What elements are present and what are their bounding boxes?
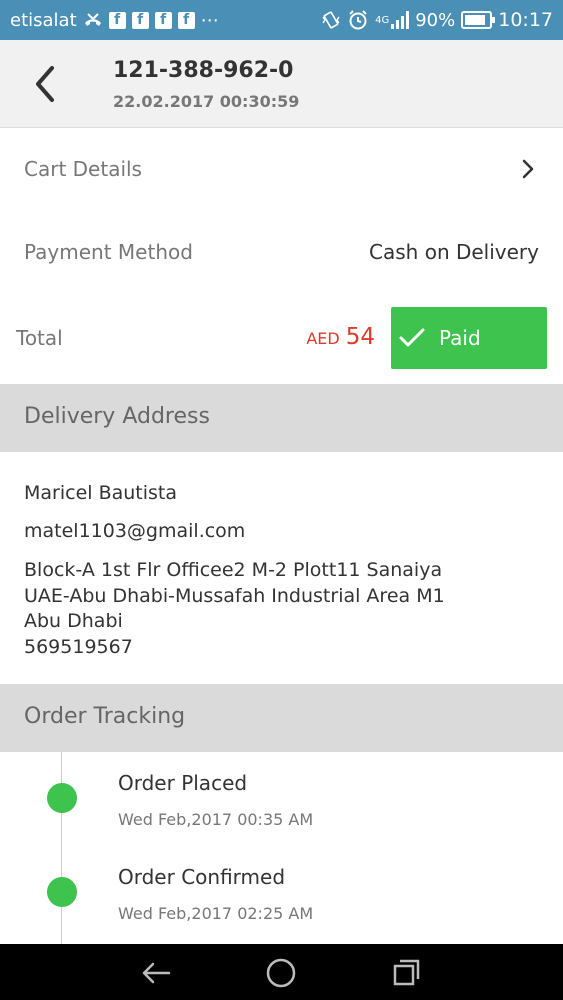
order-header: 121-388-962-0 22.02.2017 00:30:59: [0, 40, 563, 128]
vibrate-icon: [322, 11, 340, 29]
check-icon: [399, 328, 425, 347]
clock: 10:17: [498, 9, 553, 31]
timeline-line: [61, 752, 62, 944]
delivery-address-title: Delivery Address: [24, 404, 210, 429]
battery-icon: [461, 11, 496, 29]
network-type: 4G: [375, 15, 390, 26]
facebook-icon: f: [108, 11, 126, 29]
missed-call-icon: [84, 13, 101, 26]
facebook-icon: f: [154, 11, 172, 29]
timeline-dot: [47, 877, 77, 907]
battery-percent: 90%: [415, 9, 456, 31]
tracking-step-time: Wed Feb,2017 00:35 AM: [118, 810, 314, 829]
recipient-email: matel1103@gmail.com: [24, 520, 246, 542]
nav-home-icon[interactable]: [264, 956, 298, 990]
order-datetime: 22.02.2017 00:30:59: [113, 92, 300, 111]
delivery-address-header: Delivery Address: [0, 384, 563, 452]
total-label: Total: [16, 326, 63, 350]
carrier-name: etisalat: [10, 9, 77, 31]
order-id: 121-388-962-0: [113, 58, 294, 83]
nav-recent-apps-icon[interactable]: [389, 956, 423, 990]
recipient-address: Block-A 1st Flr Officee2 M-2 Plott11 San…: [24, 558, 445, 660]
payment-method-label: Payment Method: [24, 240, 193, 264]
recipient-name: Maricel Bautista: [24, 482, 178, 504]
order-tracking-header: Order Tracking: [0, 684, 563, 752]
more-icon: ⋯: [200, 9, 219, 31]
address-phone: 569519567: [24, 635, 133, 658]
paid-status-label: Paid: [439, 326, 481, 350]
total-row: Total AED 54 Paid: [0, 290, 563, 384]
nav-back-icon[interactable]: [139, 956, 173, 990]
address-city: Abu Dhabi: [24, 610, 123, 632]
alarm-icon: [349, 10, 367, 30]
back-button[interactable]: [28, 62, 68, 106]
address-line-2: UAE-Abu Dhabi-Mussafah Industrial Area M…: [24, 584, 445, 607]
status-bar: etisalat f f f f ⋯ 4G 90% 10:17: [0, 0, 563, 40]
tracking-step-title: Order Placed: [118, 771, 248, 795]
signal-icon: [391, 11, 410, 29]
facebook-icon: f: [177, 11, 195, 29]
total-amount: AED 54: [306, 324, 375, 350]
payment-method-row: Payment Method Cash on Delivery: [0, 212, 563, 291]
timeline-dot: [47, 783, 77, 813]
paid-status-button[interactable]: Paid: [391, 307, 547, 369]
total-currency: AED: [306, 329, 340, 348]
cart-details-label: Cart Details: [24, 157, 142, 181]
system-nav-bar: [0, 944, 563, 1000]
chevron-right-icon: [522, 159, 534, 179]
cart-details-row[interactable]: Cart Details: [0, 128, 563, 213]
order-tracking-title: Order Tracking: [24, 704, 186, 729]
tracking-step-title: Order Confirmed: [118, 865, 286, 889]
payment-method-value: Cash on Delivery: [369, 240, 539, 264]
back-arrow-icon: [36, 66, 54, 102]
total-value: 54: [345, 324, 375, 350]
facebook-icon: f: [131, 11, 149, 29]
address-line-1: Block-A 1st Flr Officee2 M-2 Plott11 San…: [24, 559, 443, 581]
tracking-step-time: Wed Feb,2017 02:25 AM: [118, 904, 314, 923]
